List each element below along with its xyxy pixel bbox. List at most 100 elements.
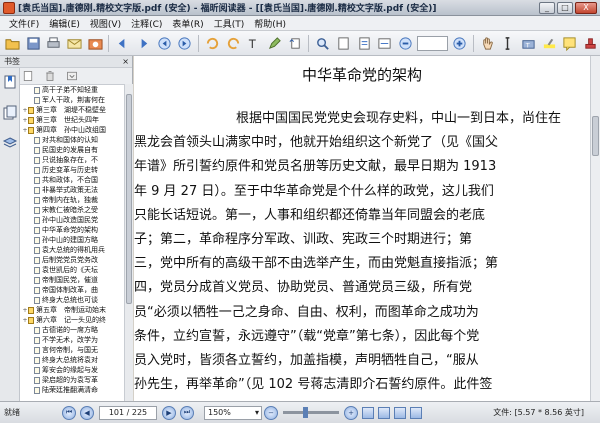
bookmark-item[interactable]: 高干子弟不知轻重 bbox=[20, 85, 124, 95]
single-page-view-button[interactable] bbox=[362, 406, 374, 419]
undo-button[interactable] bbox=[203, 34, 222, 53]
bookmark-item[interactable]: + 第三章 世纪头四年 bbox=[20, 115, 124, 125]
actual-size-button[interactable] bbox=[334, 34, 353, 53]
bookmark-item[interactable]: 终身大总统将袁对 bbox=[20, 355, 124, 365]
menu-tools[interactable]: 工具(T) bbox=[209, 17, 250, 30]
bookmark-item[interactable]: 宋教仁被暗杀之受 bbox=[20, 205, 124, 215]
bookmark-item[interactable]: 对共和国体的认知 bbox=[20, 135, 124, 145]
zoom-slider-thumb[interactable] bbox=[303, 407, 308, 418]
open-button[interactable] bbox=[3, 34, 22, 53]
page-number-field[interactable]: 101 / 225 bbox=[99, 405, 157, 420]
menu-help[interactable]: 帮助(H) bbox=[249, 17, 291, 30]
facing-view-button[interactable] bbox=[394, 406, 406, 419]
last-page-nav-button[interactable]: ⏭ bbox=[180, 405, 194, 420]
highlight-icon bbox=[543, 38, 555, 48]
delete-bookmark-icon[interactable] bbox=[44, 70, 56, 82]
new-bookmark-icon[interactable] bbox=[22, 70, 34, 82]
hand-tool-button[interactable] bbox=[478, 34, 497, 53]
fit-width-button[interactable] bbox=[375, 34, 394, 53]
bookmark-item[interactable]: 筹安会的缘起与发 bbox=[20, 365, 124, 375]
highlight-button[interactable] bbox=[540, 34, 559, 53]
bookmark-label: 民国史的发展自有 bbox=[42, 146, 98, 154]
bookmark-item[interactable]: 言何帝制，与国无 bbox=[20, 345, 124, 355]
next-page-nav-button[interactable]: ▶ bbox=[162, 405, 176, 420]
bookmark-item[interactable]: 历史变革与历史转 bbox=[20, 165, 124, 175]
maximize-button[interactable]: □ bbox=[557, 1, 573, 14]
typewriter-button[interactable]: T bbox=[519, 34, 538, 53]
print-button[interactable] bbox=[44, 34, 63, 53]
bookmarks-tab-icon[interactable] bbox=[2, 74, 18, 90]
bookmark-item[interactable]: 终身大总统也可谈 bbox=[20, 295, 124, 305]
panel-close-button[interactable]: × bbox=[122, 57, 129, 66]
bookmark-item[interactable]: 民国史的发展自有 bbox=[20, 145, 124, 155]
menu-view[interactable]: 视图(V) bbox=[85, 17, 126, 30]
bookmark-item[interactable]: 古德诺的一席方略 bbox=[20, 325, 124, 335]
prev-page-nav-button[interactable]: ◀ bbox=[80, 405, 94, 420]
zoom-in-status-button[interactable]: + bbox=[344, 405, 358, 420]
toolbar-separator bbox=[198, 34, 200, 52]
bookmark-scroll-thumb[interactable] bbox=[126, 94, 132, 304]
bookmark-item[interactable]: 孙中山的建国方略 bbox=[20, 235, 124, 245]
bookmark-label: 中华革命党的架构 bbox=[42, 226, 98, 234]
document-viewport[interactable]: 中华革命党的架构 根据中国国民党党史会现存史料，中山一到日本，尚住在 黑龙会首领… bbox=[134, 56, 600, 401]
bookmark-item[interactable]: 袁世凯后的《天坛 bbox=[20, 265, 124, 275]
bookmark-item[interactable]: 共和政体，不合国 bbox=[20, 175, 124, 185]
zoom-out-status-button[interactable]: − bbox=[264, 405, 278, 420]
bookmark-item[interactable]: + 第三章 湖堤不稳壁垒 bbox=[20, 105, 124, 115]
bookmark-item[interactable]: 帝制内在轨，独裁 bbox=[20, 195, 124, 205]
layers-tab-icon[interactable] bbox=[2, 136, 18, 152]
text-select-button[interactable] bbox=[499, 34, 518, 53]
redo-button[interactable] bbox=[224, 34, 243, 53]
first-page-button[interactable] bbox=[155, 34, 174, 53]
zoom-select[interactable]: 150% bbox=[204, 405, 262, 420]
zoom-slider[interactable] bbox=[283, 407, 339, 418]
bookmark-item[interactable]: 后制党党员党务改 bbox=[20, 255, 124, 265]
bookmark-item[interactable]: 非暴举式政策无法 bbox=[20, 185, 124, 195]
bookmark-item[interactable]: 中华革命党的架构 bbox=[20, 225, 124, 235]
toolbar-zoom-field[interactable] bbox=[416, 35, 449, 51]
close-button[interactable]: X bbox=[575, 1, 597, 14]
forward-button[interactable] bbox=[134, 34, 153, 53]
snapshot-button[interactable] bbox=[86, 34, 105, 53]
minimize-button[interactable]: _ bbox=[539, 1, 555, 14]
bookmark-item[interactable]: 梁启超的为袁写革 bbox=[20, 375, 124, 385]
bookmark-item[interactable]: 陆荣廷推翻满清命 bbox=[20, 385, 124, 395]
save-button[interactable] bbox=[24, 34, 43, 53]
edit-button[interactable] bbox=[265, 34, 284, 53]
first-page-nav-button[interactable]: ⏮ bbox=[62, 405, 76, 420]
bookmark-item[interactable]: 不学无术，改学为 bbox=[20, 335, 124, 345]
bookmark-scrollbar[interactable] bbox=[124, 84, 133, 401]
select-text-button[interactable]: T bbox=[244, 34, 263, 53]
rotate-button[interactable] bbox=[286, 34, 305, 53]
continuous-view-button[interactable] bbox=[378, 406, 390, 419]
bookmark-item[interactable]: 帝国体制改革，曲 bbox=[20, 285, 124, 295]
document-scrollbar[interactable] bbox=[590, 56, 600, 401]
fit-page-button[interactable] bbox=[355, 34, 374, 53]
bookmark-label: 宋教仁被暗杀之受 bbox=[42, 206, 98, 214]
bookmark-item[interactable]: 孙中山改造国民党 bbox=[20, 215, 124, 225]
zoom-button[interactable] bbox=[313, 34, 332, 53]
bookmark-item[interactable]: + 第五章 帝制运动始末 bbox=[20, 305, 124, 315]
bookmark-item[interactable]: + 第六章 记一头见的终 bbox=[20, 315, 124, 325]
next-page-button[interactable] bbox=[175, 34, 194, 53]
bookmark-item[interactable]: + 第四章 孙中山改组国 bbox=[20, 125, 124, 135]
menu-comment[interactable]: 注释(C) bbox=[126, 17, 167, 30]
toolbar-separator bbox=[308, 34, 310, 52]
zoom-in-button[interactable] bbox=[450, 34, 469, 53]
pages-tab-icon[interactable] bbox=[2, 105, 18, 121]
bookmark-item[interactable]: 帝制国民党，催道 bbox=[20, 275, 124, 285]
document-scroll-thumb[interactable] bbox=[592, 116, 599, 156]
zoom-out-button[interactable] bbox=[396, 34, 415, 53]
bookmark-item[interactable]: 袁大总统的得机用兵 bbox=[20, 245, 124, 255]
note-button[interactable] bbox=[561, 34, 580, 53]
continuous-facing-view-button[interactable] bbox=[410, 406, 422, 419]
bookmark-options-icon[interactable] bbox=[66, 70, 78, 82]
back-button[interactable] bbox=[113, 34, 132, 53]
menu-file[interactable]: 文件(F) bbox=[4, 17, 44, 30]
email-button[interactable] bbox=[65, 34, 84, 53]
menu-form[interactable]: 表单(R) bbox=[167, 17, 208, 30]
stamp-button[interactable] bbox=[581, 34, 600, 53]
bookmark-item[interactable]: 只说抽象存在，不 bbox=[20, 155, 124, 165]
menu-edit[interactable]: 编辑(E) bbox=[44, 17, 85, 30]
bookmark-item[interactable]: 军人干政，荆害何在 bbox=[20, 95, 124, 105]
